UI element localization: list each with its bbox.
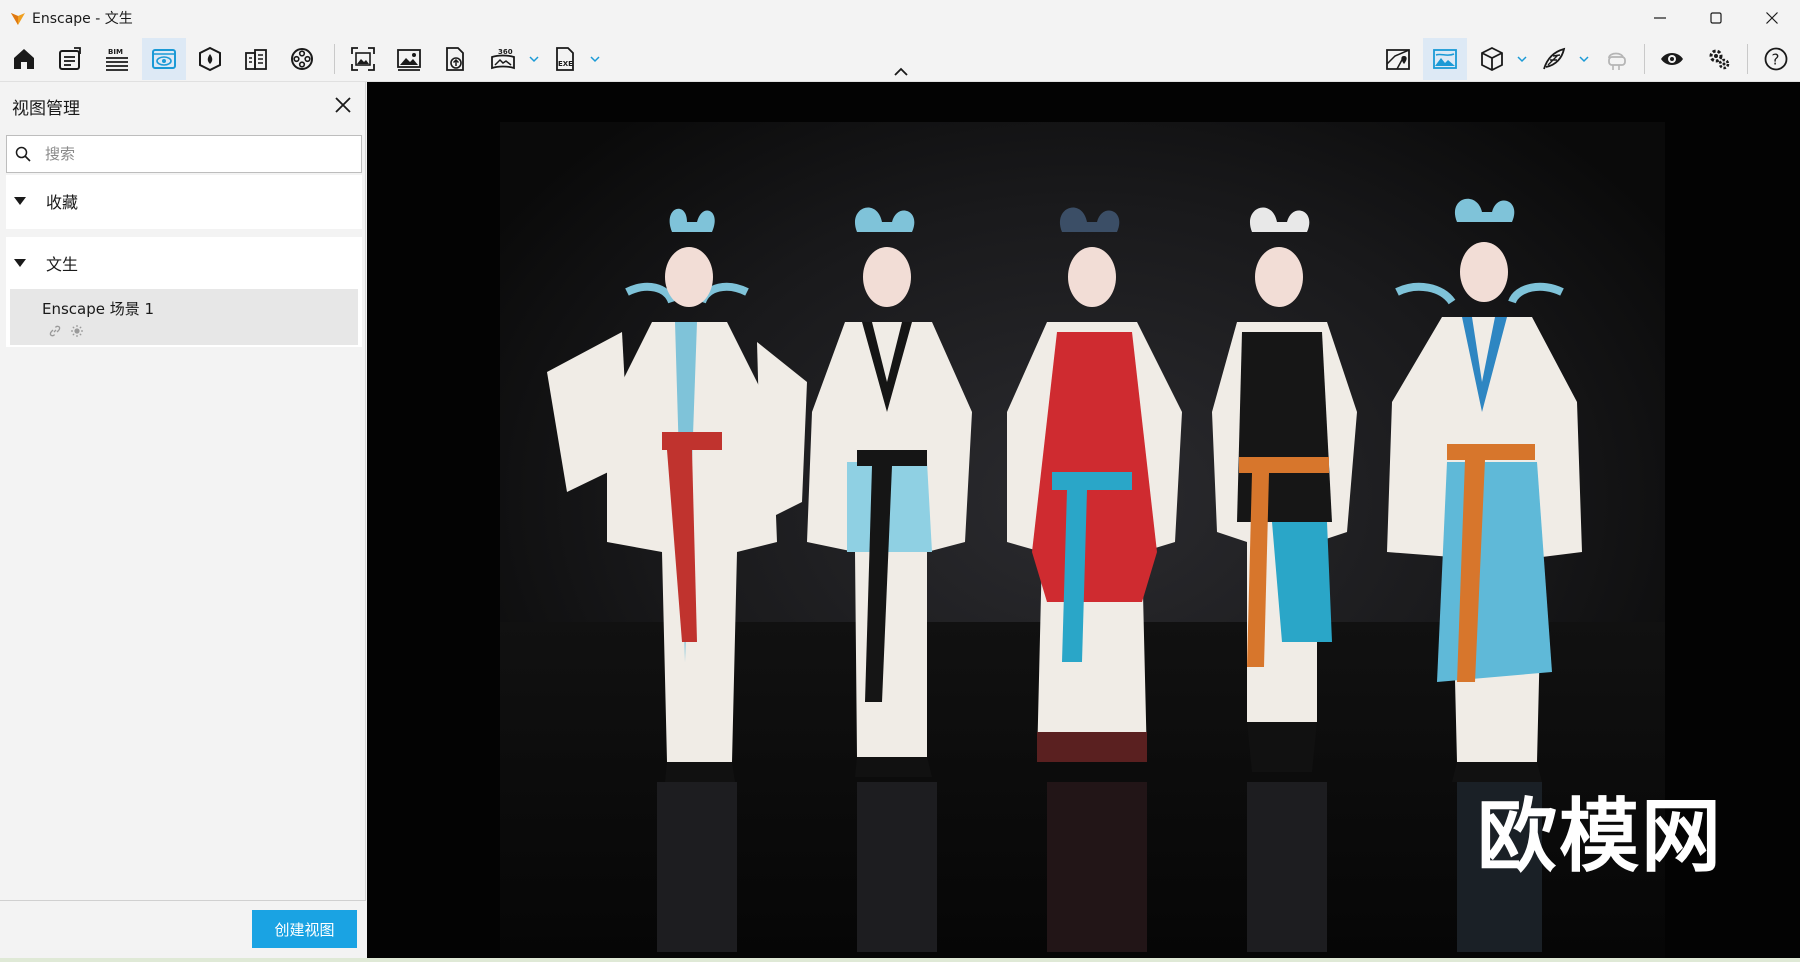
section-label: 收藏 (46, 193, 79, 212)
bim-info-icon: BIM (106, 48, 128, 71)
vr-button[interactable] (1594, 38, 1638, 80)
settings-button[interactable] (1697, 38, 1741, 80)
chevron-down-icon (590, 56, 600, 63)
atmosphere-button[interactable] (1423, 38, 1467, 80)
home-button[interactable] (2, 38, 46, 80)
bottom-edge (0, 958, 1800, 962)
panorama-dropdown-caret[interactable] (527, 52, 541, 66)
export-dropdown-caret[interactable] (588, 52, 602, 66)
triangle-down-icon (14, 197, 26, 205)
image-gallery-icon (397, 49, 421, 71)
search-input[interactable] (45, 145, 335, 163)
close-window-button[interactable] (1744, 0, 1800, 36)
enscape-logo-icon (11, 13, 25, 25)
create-view-button[interactable]: 创建视图 (252, 910, 357, 948)
bim-label: BIM (108, 48, 123, 56)
panel-title: 视图管理 (12, 99, 80, 119)
bim-button[interactable]: BIM (95, 38, 139, 80)
collapse-toolbar-caret[interactable] (893, 66, 909, 78)
cube-dropdown-caret[interactable] (1515, 52, 1529, 66)
view-management-button[interactable] (142, 38, 186, 80)
minimize-button[interactable] (1632, 0, 1688, 36)
export-exe-button[interactable]: EXE (543, 38, 587, 80)
upload-file-icon (446, 47, 464, 71)
help-icon: ? (1764, 47, 1788, 71)
triangle-down-icon (14, 259, 26, 267)
minimize-icon (1654, 17, 1666, 19)
asset-library-button[interactable] (188, 38, 232, 80)
close-icon (335, 97, 351, 113)
search-box[interactable] (6, 135, 362, 173)
scene-section: 文生 Enscape 场景 1 (6, 237, 362, 347)
cube-icon (1481, 46, 1503, 72)
toolbar-separator (334, 44, 335, 74)
map-button[interactable] (1376, 38, 1420, 80)
material-icon (245, 49, 267, 70)
screenshot-icon (351, 47, 375, 71)
section-header[interactable]: 文生 (6, 237, 362, 289)
title-bar: Enscape - 文生 (0, 0, 1800, 36)
video-editor-button[interactable] (280, 38, 324, 80)
feather-icon (1543, 47, 1566, 70)
cube-button[interactable] (1470, 38, 1514, 80)
video-reel-icon (291, 48, 313, 70)
panel-close-button[interactable] (330, 92, 356, 118)
close-icon (1766, 12, 1778, 24)
window-title: Enscape - 文生 (32, 11, 133, 27)
material-editor-button[interactable] (234, 38, 278, 80)
render-viewport[interactable]: 欧模网 (367, 82, 1800, 958)
toolbar-separator (1644, 44, 1645, 74)
vr-headset-icon (1608, 52, 1626, 70)
asset-library-icon (199, 46, 221, 72)
watermark-text: 欧模网 (1477, 790, 1723, 883)
favorites-section: 收藏 (6, 175, 362, 229)
web-standalone-button[interactable] (433, 38, 477, 80)
batch-render-button[interactable] (387, 38, 431, 80)
eye-view-icon (152, 49, 176, 69)
notes-icon (59, 47, 81, 70)
window-controls (1632, 0, 1800, 36)
feather-dropdown-caret[interactable] (1577, 52, 1591, 66)
eye-settings-icon (1661, 53, 1683, 65)
chevron-down-icon (1517, 56, 1527, 63)
gears-icon (1709, 49, 1730, 70)
visual-settings-button[interactable] (1650, 38, 1694, 80)
panel-footer: 创建视图 (0, 900, 366, 958)
notes-button[interactable] (48, 38, 92, 80)
maximize-button[interactable] (1688, 0, 1744, 36)
search-icon (15, 146, 31, 162)
help-label: ? (1772, 51, 1780, 69)
view-meta (48, 324, 84, 338)
feather-button[interactable] (1532, 38, 1576, 80)
chevron-down-icon (529, 56, 539, 63)
sun-icon (71, 325, 83, 337)
chevron-down-icon (1579, 56, 1589, 63)
exe-export-icon: EXE (556, 47, 574, 71)
panorama-360-icon: 360 (491, 48, 515, 70)
toolbar-separator (1747, 44, 1748, 74)
screenshot-button[interactable] (341, 38, 385, 80)
view-list-item[interactable]: Enscape 场景 1 (10, 289, 358, 345)
help-button[interactable]: ? (1754, 38, 1798, 80)
map-icon (1386, 49, 1410, 70)
panorama-button[interactable]: 360 (481, 38, 525, 80)
exe-label: EXE (558, 60, 573, 68)
link-icon (49, 325, 61, 337)
view-management-panel: 视图管理 收藏 文生 Enscape 场景 1 创建视图 (0, 82, 366, 958)
maximize-icon (1710, 12, 1722, 24)
landscape-icon (1433, 49, 1457, 69)
view-name: Enscape 场景 1 (42, 300, 155, 318)
section-header[interactable]: 收藏 (6, 175, 362, 227)
home-icon (14, 49, 34, 69)
section-label: 文生 (46, 255, 79, 274)
